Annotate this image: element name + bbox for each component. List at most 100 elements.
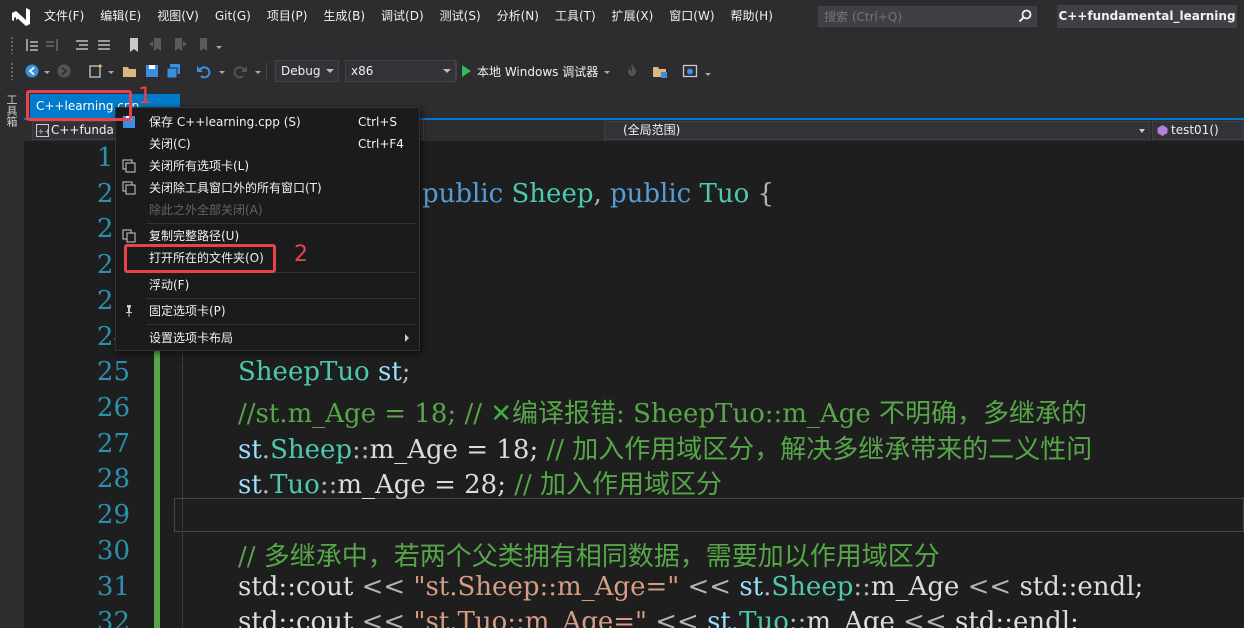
vs-window: 文件(F) 编辑(E) 视图(V) Git(G) 项目(P) 生成(B) 调试(… xyxy=(0,0,1244,628)
chevron-down-icon xyxy=(443,69,451,73)
line-number: 27 xyxy=(96,429,130,459)
menu-item-label: 浮动(F) xyxy=(149,278,190,292)
line-number: 30 xyxy=(96,536,130,566)
hot-reload-icon xyxy=(628,64,636,76)
new-dropdown-icon[interactable] xyxy=(108,71,114,74)
tab-context-menu: 保存 C++learning.cpp (S) Ctrl+S 关闭(C) Ctrl… xyxy=(115,107,420,351)
menu-edit[interactable]: 编辑(E) xyxy=(92,0,149,33)
menu-build[interactable]: 生成(B) xyxy=(315,0,373,33)
navigate-forward-icon xyxy=(57,64,71,78)
open-folder-view-icon[interactable] xyxy=(652,63,668,79)
menu-item-label: 关闭所有选项卡(L) xyxy=(149,159,250,173)
menu-test[interactable]: 测试(S) xyxy=(432,0,489,33)
menu-item-tab-layout[interactable]: 设置选项卡布局 xyxy=(116,327,419,349)
toolbox-tab[interactable]: 工具箱 xyxy=(5,94,19,127)
search-icon[interactable] xyxy=(1018,9,1032,23)
comment-lines-icon[interactable] xyxy=(74,37,90,53)
save-icon[interactable] xyxy=(144,63,160,79)
menu-extensions[interactable]: 扩展(X) xyxy=(604,0,662,33)
operator: << xyxy=(655,607,699,628)
member-dropdown[interactable]: test01() xyxy=(1152,121,1244,140)
back-dropdown-icon[interactable] xyxy=(44,71,50,74)
menu-project[interactable]: 项目(P) xyxy=(259,0,316,33)
menu-item-label: 保存 C++learning.cpp (S) xyxy=(149,115,301,129)
keyword: public xyxy=(422,179,504,209)
type-name: Tuo xyxy=(699,179,750,209)
toolbar-overflow-icon[interactable] xyxy=(216,46,222,49)
menu-item-save[interactable]: 保存 C++learning.cpp (S) Ctrl+S xyxy=(116,111,419,133)
operator: << xyxy=(903,607,947,628)
menu-analyze[interactable]: 分析(N) xyxy=(489,0,547,33)
undo-dropdown-icon[interactable] xyxy=(219,71,225,74)
line-number: 29 xyxy=(96,500,130,530)
toolbar-grip[interactable] xyxy=(10,62,14,80)
operator: << xyxy=(361,572,406,602)
menu-item-close-all-but-toolwindows[interactable]: 关闭除工具窗口外的所有窗口(T) xyxy=(116,177,419,199)
indent-icon[interactable] xyxy=(24,37,40,53)
method-icon xyxy=(1157,125,1168,136)
menu-debug[interactable]: 调试(D) xyxy=(373,0,432,33)
toolbar-secondary xyxy=(0,33,1244,57)
menu-tools[interactable]: 工具(T) xyxy=(547,0,604,33)
operator: << xyxy=(687,572,732,602)
menu-item-close-all-tabs[interactable]: 关闭所有选项卡(L) xyxy=(116,155,419,177)
cross-mark-icon: ✕ xyxy=(490,399,513,429)
save-all-icon[interactable] xyxy=(166,63,182,79)
menu-item-float[interactable]: 浮动(F) xyxy=(116,274,419,296)
menu-file[interactable]: 文件(F) xyxy=(36,0,92,33)
glyph-margin[interactable] xyxy=(24,141,52,628)
toolbar-grip[interactable] xyxy=(10,36,14,54)
bookmark-icon[interactable] xyxy=(126,37,142,53)
open-folder-icon[interactable] xyxy=(122,63,138,79)
operator: << xyxy=(967,572,1012,602)
member: m_Age = 28; xyxy=(337,470,506,500)
menu-separator xyxy=(146,324,416,325)
menu-view[interactable]: 视图(V) xyxy=(149,0,207,33)
visual-studio-logo-icon xyxy=(12,8,30,26)
solution-config-value: Debug xyxy=(281,64,321,78)
code-line-20: public Sheep, public Tuo { xyxy=(422,179,775,209)
toolbar-separator xyxy=(456,62,460,80)
start-debugging-button[interactable]: 本地 Windows 调试器 xyxy=(462,60,611,82)
string-literal: "st.Tuo::m_Age=" xyxy=(413,607,647,628)
code-line-30: // 多继承中，若两个父类拥有相同数据，需要加以作用域区分 xyxy=(238,536,940,573)
chevron-down-icon[interactable] xyxy=(604,70,611,74)
navigate-back-icon[interactable] xyxy=(24,63,40,79)
copy-icon xyxy=(122,229,136,243)
toolbar-overflow-icon[interactable] xyxy=(705,73,711,76)
annotation-number-1: 1 xyxy=(138,84,152,109)
new-project-icon[interactable] xyxy=(88,63,104,79)
search-input[interactable] xyxy=(819,7,1009,26)
outdent-icon xyxy=(46,39,58,51)
type-name: SheepTuo xyxy=(238,357,370,387)
browser-link-icon[interactable] xyxy=(682,63,698,79)
menu-item-close[interactable]: 关闭(C) Ctrl+F4 xyxy=(116,133,419,155)
menu-git[interactable]: Git(G) xyxy=(207,0,259,33)
menu-help[interactable]: 帮助(H) xyxy=(723,0,781,33)
undo-icon[interactable] xyxy=(196,63,212,79)
operator: << xyxy=(361,607,406,628)
annotation-box-2 xyxy=(124,244,276,273)
close-all-tabs-icon xyxy=(122,159,136,173)
search-box[interactable] xyxy=(818,6,1037,27)
code-line-25: SheepTuo st; xyxy=(238,357,411,387)
line-number: 31 xyxy=(96,572,130,602)
platform-dropdown[interactable]: x86 xyxy=(345,60,456,82)
menu-item-close-all-but-this: 除此之外全部关闭(A) xyxy=(116,199,419,221)
comment: // 多继承中，若两个父类拥有相同数据，需要加以作用域区分 xyxy=(238,542,940,572)
start-debugging-label: 本地 Windows 调试器 xyxy=(477,64,599,79)
menu-items: 文件(F) 编辑(E) 视图(V) Git(G) 项目(P) 生成(B) 调试(… xyxy=(36,0,781,33)
scope-dropdown[interactable]: (全局范围) xyxy=(604,121,1150,140)
comment: // 加入作用域区分 xyxy=(514,470,723,500)
menu-item-label: 除此之外全部关闭(A) xyxy=(149,203,263,217)
identifier: std::cout xyxy=(238,607,354,628)
menu-item-pin-tab[interactable]: 固定选项卡(P) xyxy=(116,300,419,322)
uncomment-lines-icon[interactable] xyxy=(96,37,112,53)
type-name: Tuo xyxy=(270,470,320,500)
redo-dropdown-icon xyxy=(255,71,261,74)
solution-config-dropdown[interactable]: Debug xyxy=(275,60,339,82)
string-literal: "st.Sheep::m_Age=" xyxy=(413,572,680,602)
menu-item-label: 设置选项卡布局 xyxy=(149,331,234,345)
menu-window[interactable]: 窗口(W) xyxy=(661,0,722,33)
type-name: Tuo xyxy=(739,607,789,628)
